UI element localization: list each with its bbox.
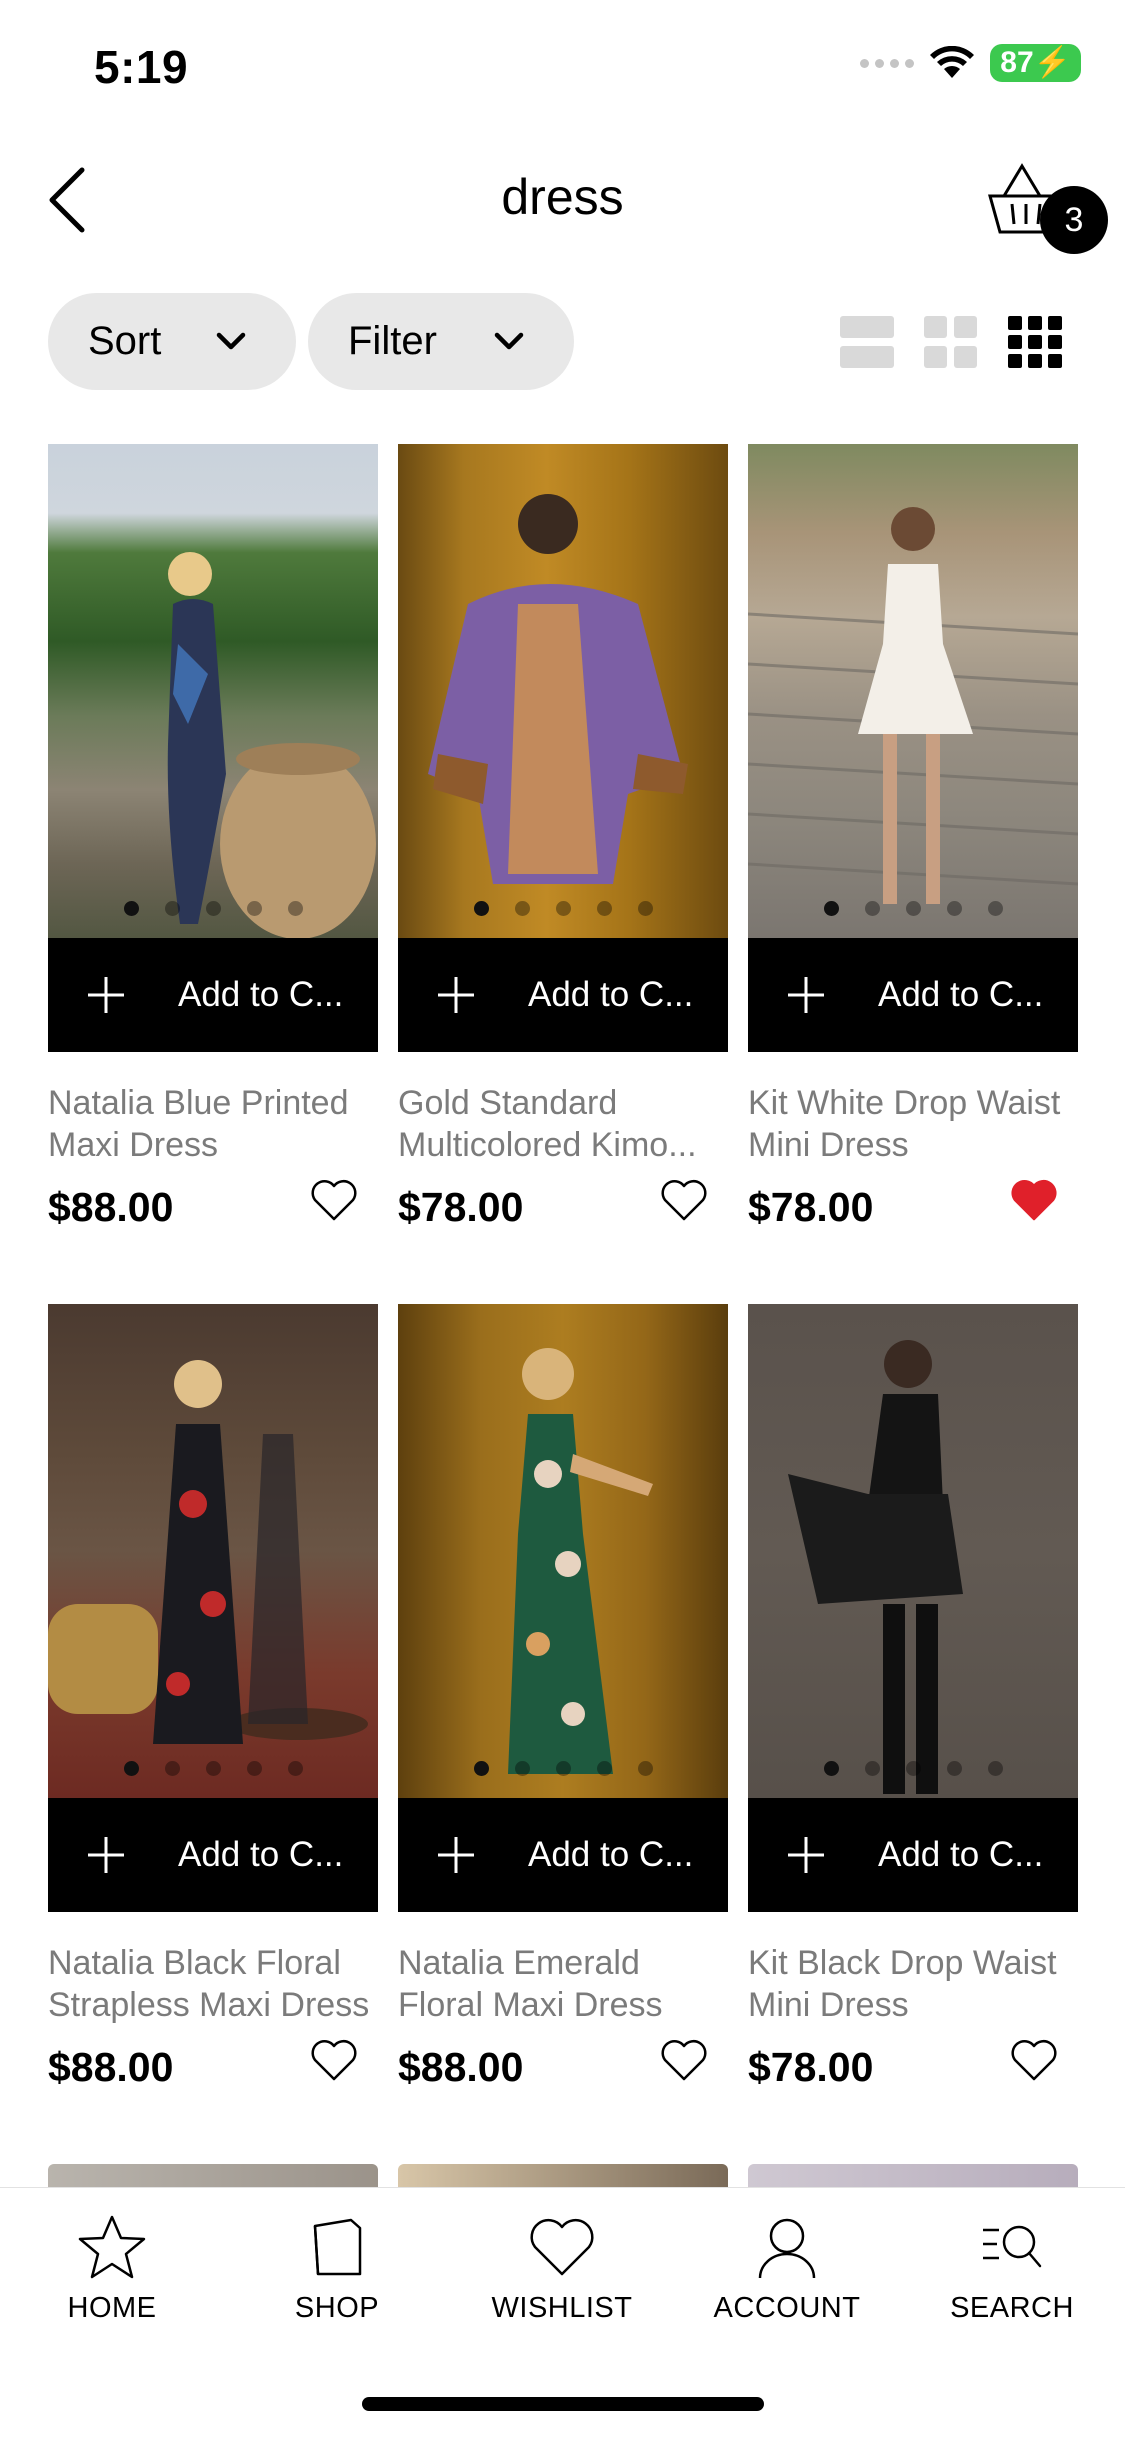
image-carousel-dots[interactable] [748, 901, 1078, 916]
product-name[interactable]: Kit Black Drop Waist Mini Dress [748, 1942, 1088, 2026]
model-figure [48, 1360, 368, 1744]
shopping-bag-icon [313, 2218, 362, 2276]
plus-icon [438, 977, 474, 1013]
heart-icon[interactable] [660, 2038, 708, 2082]
three-column-view-icon[interactable] [1008, 316, 1062, 368]
heart-icon[interactable] [1010, 2038, 1058, 2082]
image-carousel-dots[interactable] [398, 1761, 728, 1776]
status-time: 5:19 [94, 41, 189, 93]
nav-search[interactable]: SEARCH [912, 2214, 1112, 2325]
add-to-cart-label: Add to C... [528, 1835, 694, 1874]
wifi-icon [930, 46, 975, 78]
heart-icon [530, 2218, 594, 2276]
add-to-cart-button[interactable]: Add to C... [748, 938, 1078, 1052]
add-to-cart-label: Add to C... [878, 975, 1044, 1014]
heart-icon[interactable] [660, 1178, 708, 1222]
sort-label: Sort [88, 319, 162, 363]
nav-shop-label: SHOP [294, 2292, 380, 2324]
single-column-view-icon[interactable] [840, 316, 894, 368]
product-name[interactable]: Natalia Emerald Floral Maxi Dress [398, 1942, 738, 2026]
plus-icon [788, 977, 824, 1013]
add-to-cart-label: Add to C... [878, 1835, 1044, 1874]
nav-wishlist-label: WISHLIST [491, 2292, 633, 2324]
cart-count-badge: 3 [1040, 186, 1108, 254]
product-name[interactable]: Kit White Drop Waist Mini Dress [748, 1082, 1088, 1166]
add-to-cart-button[interactable]: Add to C... [48, 938, 378, 1052]
product-name[interactable]: Natalia Blue Printed Maxi Dress [48, 1082, 388, 1166]
chevron-down-icon [494, 332, 524, 349]
filter-dropdown[interactable]: Filter [308, 293, 574, 390]
add-to-cart-label: Add to C... [178, 1835, 344, 1874]
product-image[interactable] [398, 1304, 728, 1798]
two-column-view-icon[interactable] [924, 316, 978, 368]
nav-shop[interactable]: SHOP [237, 2214, 437, 2325]
product-price: $88.00 [48, 1184, 174, 1230]
heart-icon[interactable] [310, 1178, 358, 1222]
plus-icon [438, 1837, 474, 1873]
product-name[interactable]: Gold Standard Multicolored Kimo... [398, 1082, 738, 1166]
add-to-cart-button[interactable]: Add to C... [398, 938, 728, 1052]
star-icon [78, 2215, 146, 2279]
product-price: $78.00 [748, 2044, 874, 2090]
model-figure [748, 507, 1078, 904]
add-to-cart-button[interactable]: Add to C... [48, 1798, 378, 1912]
model-figure [428, 494, 688, 884]
image-carousel-dots[interactable] [398, 901, 728, 916]
model-figure [508, 1348, 653, 1774]
add-to-cart-label: Add to C... [528, 975, 694, 1014]
product-image[interactable] [48, 1304, 378, 1798]
nav-search-label: SEARCH [950, 2292, 1074, 2324]
nav-home-label: HOME [67, 2292, 157, 2324]
product-image[interactable] [748, 1304, 1078, 1798]
model-figure [788, 1340, 963, 1794]
product-price: $78.00 [398, 1184, 524, 1230]
status-indicators: 87⚡ [860, 44, 1081, 82]
battery-icon: 87⚡ [990, 44, 1081, 82]
product-image[interactable] [748, 444, 1078, 938]
product-price: $88.00 [48, 2044, 174, 2090]
plus-icon [88, 1837, 124, 1873]
image-carousel-dots[interactable] [748, 1761, 1078, 1776]
nav-wishlist[interactable]: WISHLIST [462, 2214, 662, 2325]
heart-icon[interactable] [310, 2038, 358, 2082]
add-to-cart-button[interactable]: Add to C... [398, 1798, 728, 1912]
page-title: dress [501, 169, 624, 225]
nav-home[interactable]: HOME [12, 2214, 212, 2325]
product-price: $88.00 [398, 2044, 524, 2090]
add-to-cart-button[interactable]: Add to C... [748, 1798, 1078, 1912]
nav-account[interactable]: ACCOUNT [687, 2214, 887, 2325]
product-name[interactable]: Natalia Black Floral Strapless Maxi Dres… [48, 1942, 388, 2026]
plus-icon [88, 977, 124, 1013]
sort-dropdown[interactable]: Sort [48, 293, 296, 390]
search-list-icon [983, 2225, 1042, 2268]
plus-icon [788, 1837, 824, 1873]
model-figure [167, 552, 376, 938]
product-image[interactable] [398, 444, 728, 938]
image-carousel-dots[interactable] [48, 901, 378, 916]
image-carousel-dots[interactable] [48, 1761, 378, 1776]
filter-label: Filter [348, 319, 437, 363]
cellular-signal-icon [860, 58, 915, 68]
product-price: $78.00 [748, 1184, 874, 1230]
nav-account-label: ACCOUNT [713, 2292, 861, 2324]
chevron-down-icon [216, 332, 246, 349]
battery-level: 87 [1000, 46, 1034, 79]
heart-filled-icon[interactable] [1010, 1178, 1058, 1222]
add-to-cart-label: Add to C... [178, 975, 344, 1014]
home-indicator[interactable] [362, 2397, 764, 2411]
product-image[interactable] [48, 444, 378, 938]
person-icon [758, 2218, 816, 2279]
